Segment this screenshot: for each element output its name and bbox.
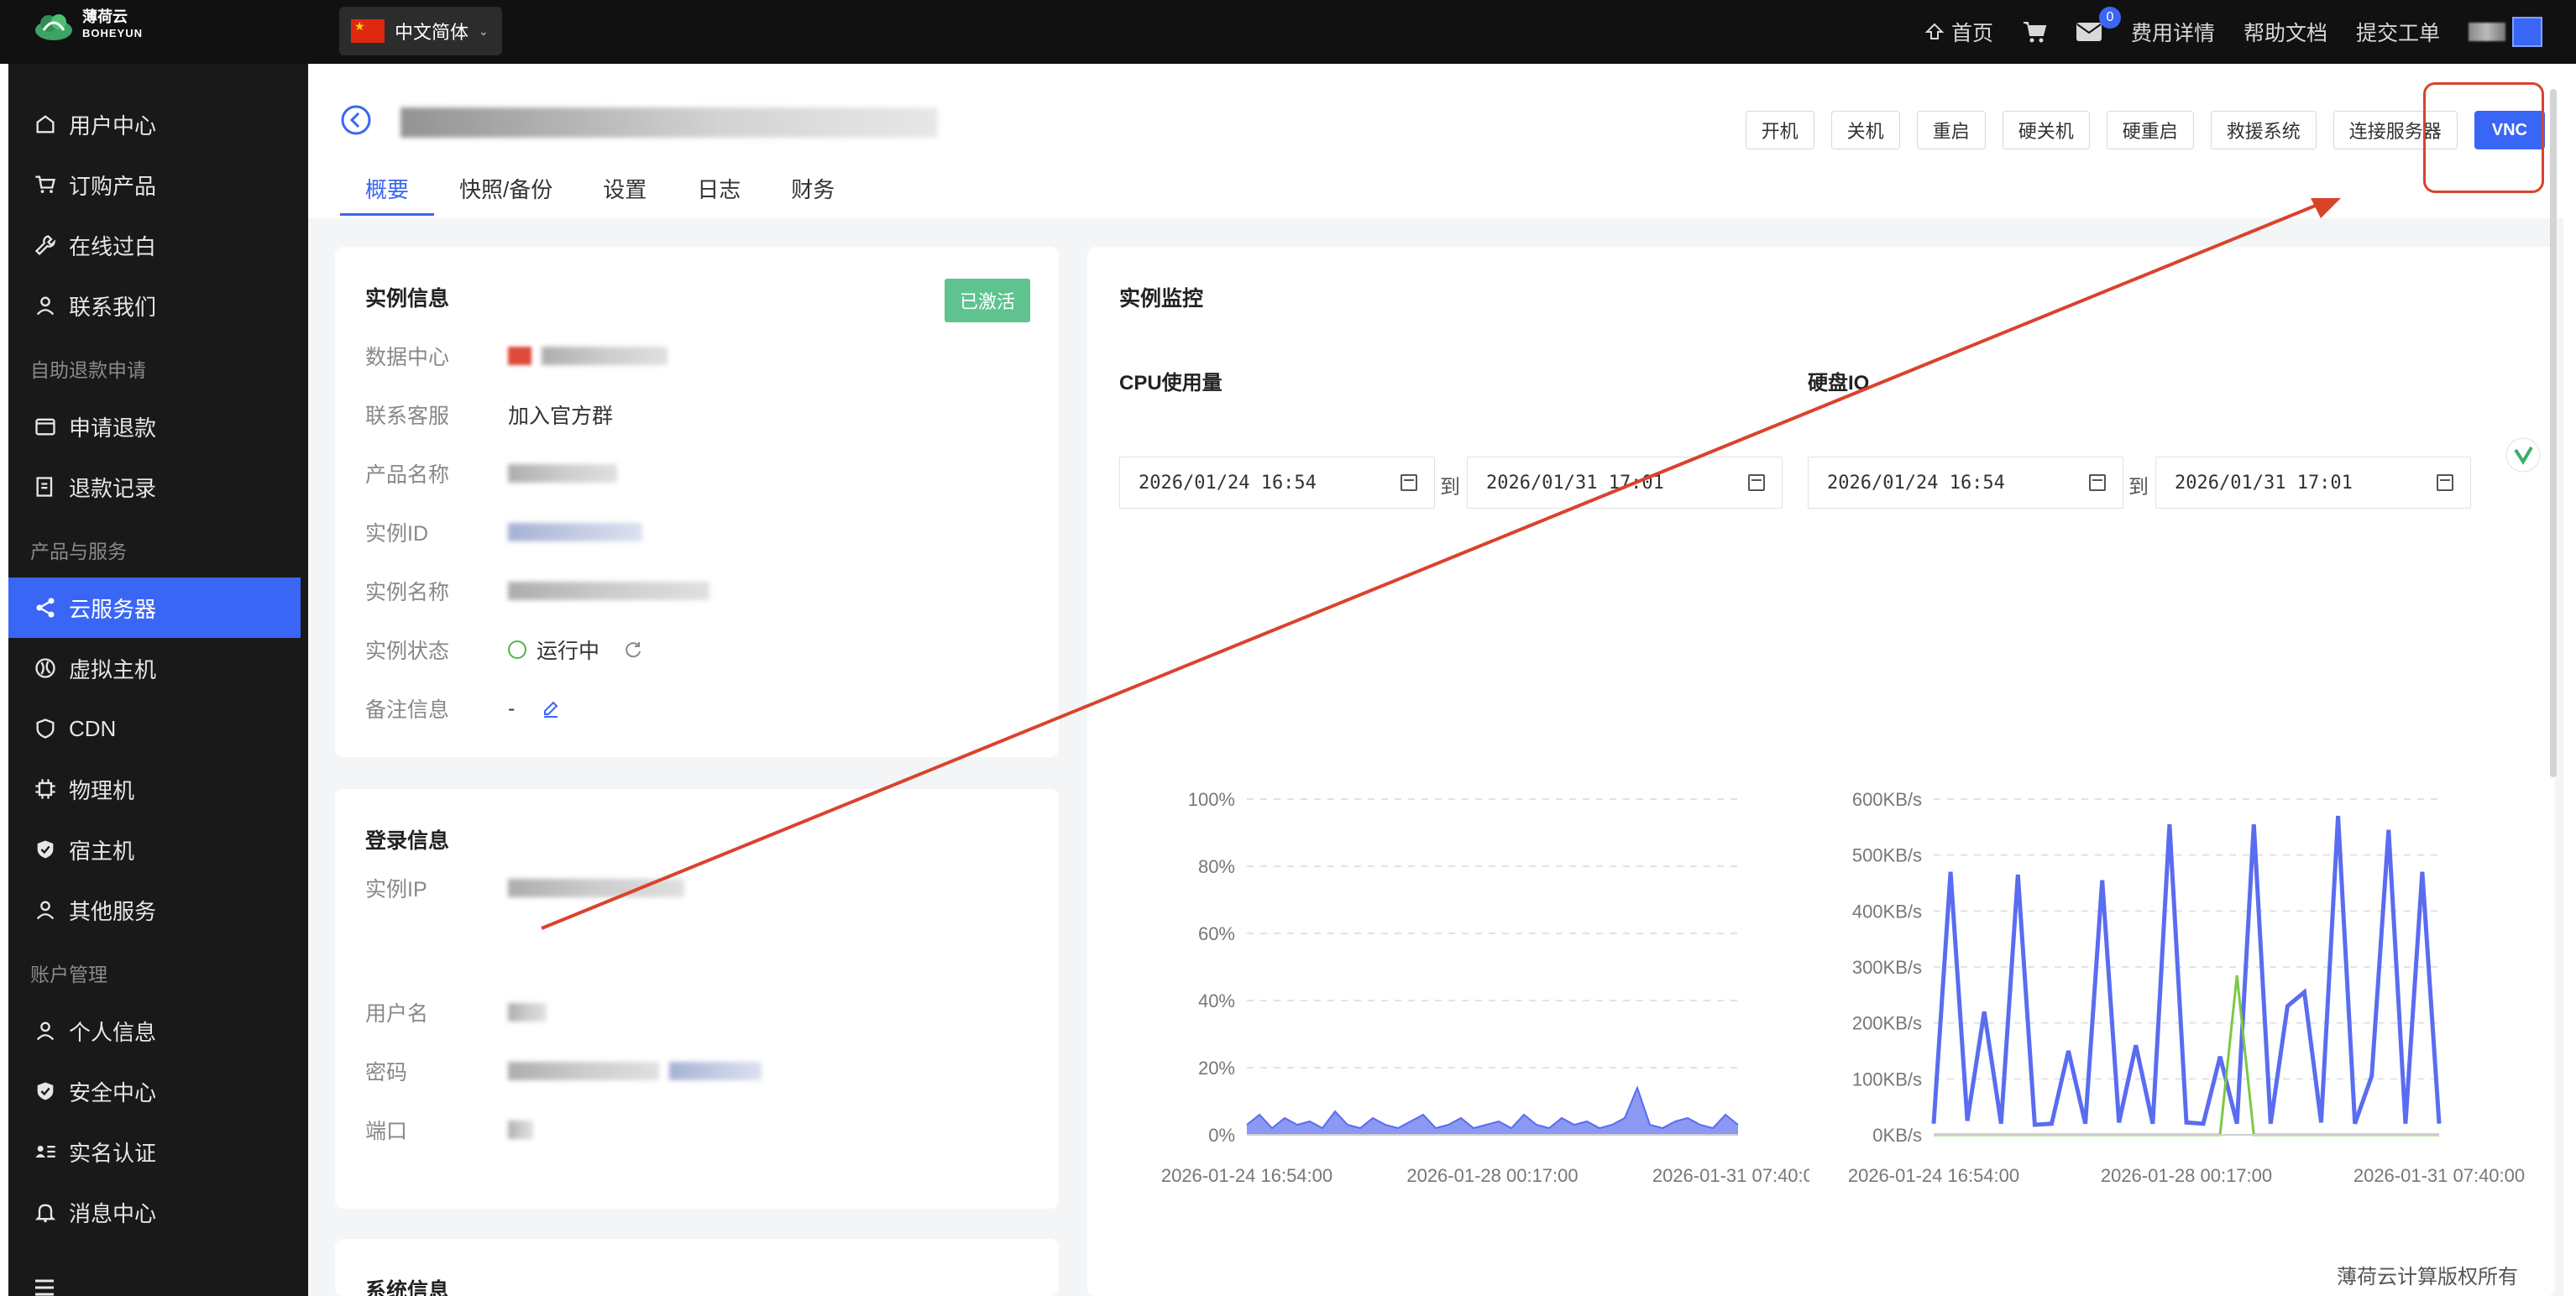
annotation-arrow <box>541 198 2341 930</box>
